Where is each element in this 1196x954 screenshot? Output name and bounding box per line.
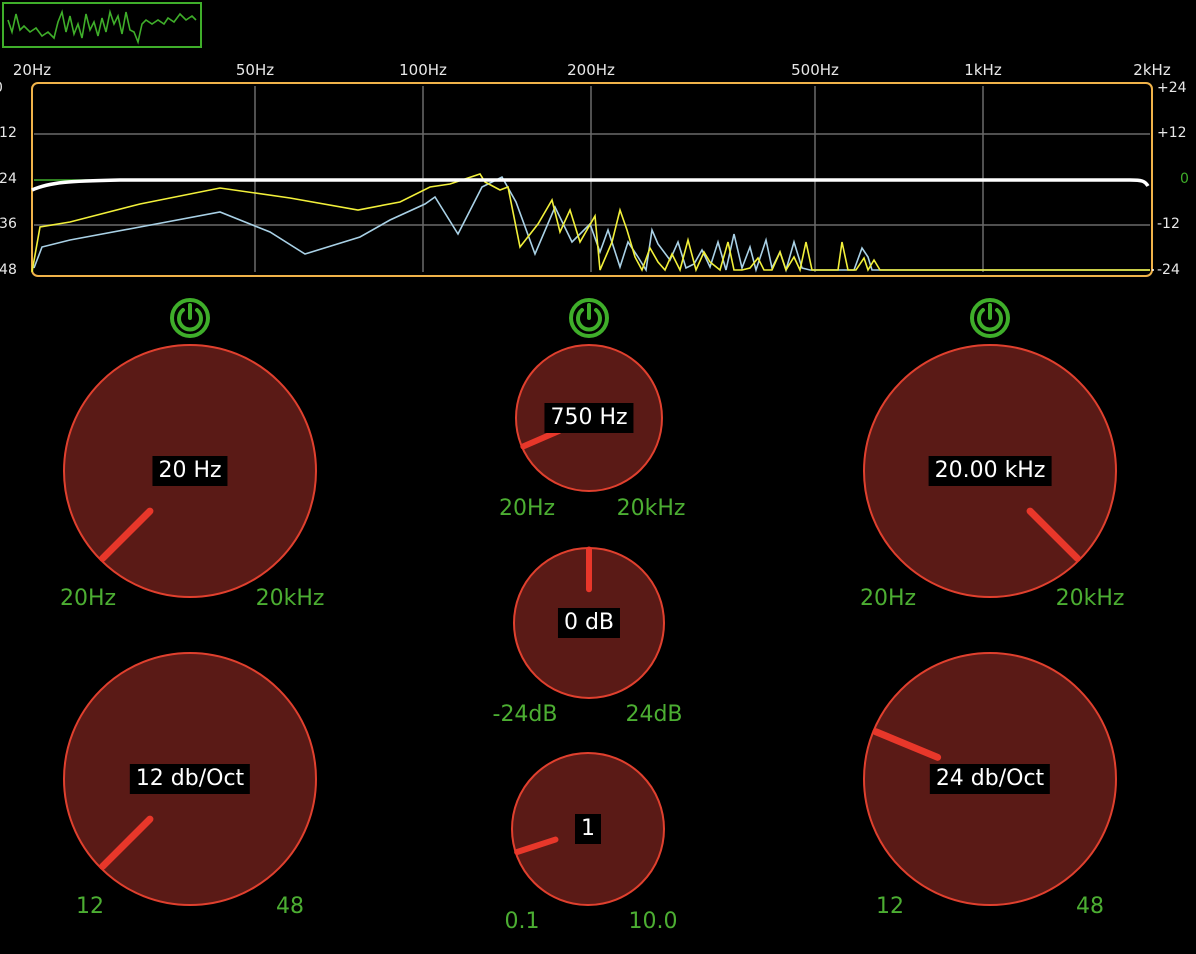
db-left-label: -24: [0, 171, 17, 187]
low-slope-max-label: 48: [276, 894, 304, 919]
mid-q-min-label: 0.1: [504, 909, 540, 934]
mid-gain-max-label: 24dB: [625, 702, 683, 727]
low-slope-value: 12 db/Oct: [129, 764, 251, 794]
freq-label-1khz: 1kHz: [964, 61, 1002, 79]
high-slope-value: 24 db/Oct: [929, 764, 1051, 794]
high-slope-max-label: 48: [1076, 894, 1104, 919]
db-right-label: +12: [1157, 125, 1187, 141]
mini-level-meter: [2, 2, 202, 48]
mid-freq-min-label: 20Hz: [498, 496, 556, 521]
db-right-label: -24: [1157, 262, 1180, 278]
db-right-label: +24: [1157, 80, 1187, 96]
low-freq-max-label: 20kHz: [255, 586, 325, 611]
db-right-label: 0: [1180, 171, 1189, 187]
low-slope-min-label: 12: [76, 894, 104, 919]
freq-label-2khz: 2kHz: [1133, 61, 1171, 79]
mid-freq-max-label: 20kHz: [616, 496, 686, 521]
db-left-label: -12: [0, 125, 17, 141]
low-band-power-icon[interactable]: [168, 296, 212, 340]
low-freq-min-label: 20Hz: [59, 586, 117, 611]
freq-label-200hz: 200Hz: [567, 61, 615, 79]
freq-label-20hz: 20Hz: [12, 61, 52, 79]
db-right-label: -12: [1157, 216, 1180, 232]
high-freq-value: 20.00 kHz: [928, 456, 1052, 486]
freq-label-50hz: 50Hz: [235, 61, 275, 79]
freq-label-500hz: 500Hz: [791, 61, 839, 79]
mid-q-max-label: 10.0: [628, 909, 678, 934]
db-left-label: 0: [0, 80, 3, 96]
low-freq-value: 20 Hz: [152, 456, 228, 486]
mid-gain-value: 0 dB: [557, 608, 621, 638]
mid-band-power-icon[interactable]: [567, 296, 611, 340]
freq-label-100hz: 100Hz: [399, 61, 447, 79]
db-left-label: -48: [0, 262, 17, 278]
db-left-label: -36: [0, 216, 17, 232]
spectrum-graph[interactable]: [30, 82, 1154, 278]
high-freq-max-label: 20kHz: [1055, 586, 1125, 611]
high-slope-min-label: 12: [876, 894, 904, 919]
mid-q-value: 1: [575, 814, 601, 844]
mid-gain-min-label: -24dB: [492, 702, 558, 727]
high-freq-min-label: 20Hz: [859, 586, 917, 611]
high-band-power-icon[interactable]: [968, 296, 1012, 340]
mid-freq-value: 750 Hz: [544, 403, 634, 433]
